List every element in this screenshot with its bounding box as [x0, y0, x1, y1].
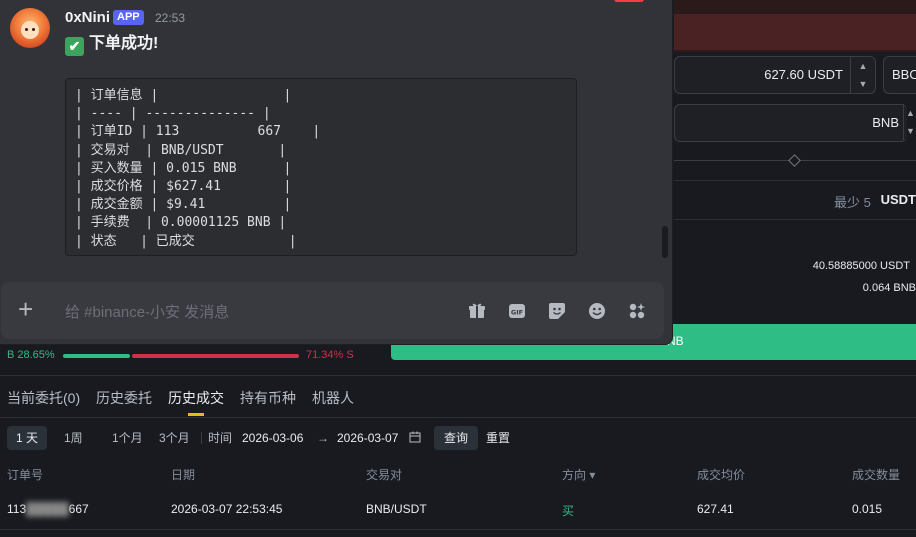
amount-unit: BNB: [872, 115, 899, 130]
col-avg-price: 成交均价: [697, 468, 746, 482]
col-order-id: 订单号: [7, 468, 44, 482]
bbo-label: BBO: [892, 67, 916, 82]
message-composer[interactable]: + 给 #binance-小安 发消息 GIF: [1, 282, 664, 339]
date-to[interactable]: 2026-03-07: [337, 426, 398, 450]
table-row[interactable]: 113█████667 2026-03-07 22:53:45 BNB/USDT…: [0, 502, 916, 518]
col-side[interactable]: 方向 ▾: [562, 466, 595, 483]
active-tab-indicator: [188, 413, 204, 416]
trade-side: 买: [562, 504, 575, 518]
amount-input[interactable]: BNB: [674, 104, 907, 142]
row-divider: [0, 529, 916, 530]
trade-avg-price: 627.41: [697, 502, 734, 516]
calendar-icon[interactable]: [409, 426, 421, 450]
code-content: | 订单信息 | | | ---- | -------------- | | 订…: [75, 87, 320, 251]
code-line: | 交易对 | BNB/USDT |: [75, 142, 287, 158]
col-qty: 成交数量: [852, 468, 901, 482]
max-buy: 0.064 BNB: [862, 282, 916, 294]
code-line: | ---- | -------------- |: [75, 106, 271, 122]
avatar[interactable]: [10, 8, 50, 48]
tabs-divider: [0, 417, 916, 418]
sticker-icon[interactable]: [548, 302, 568, 320]
period-1d[interactable]: 1 天: [7, 426, 48, 450]
total-unit: USDT: [880, 192, 916, 207]
date-from[interactable]: 2026-03-06: [242, 426, 303, 450]
query-button[interactable]: 查询: [434, 426, 479, 450]
tab-open-orders[interactable]: 当前委托(0): [7, 388, 80, 408]
price-stepper[interactable]: ▲ ▼: [850, 57, 875, 93]
tab-holdings[interactable]: 持有币种: [240, 388, 296, 408]
order-id-redacted: █████: [26, 502, 69, 516]
price-unit: USDT: [807, 67, 843, 82]
bbo-button[interactable]: BBO: [883, 56, 916, 94]
stepper-down-icon[interactable]: ▼: [851, 75, 875, 93]
code-line: | 成交价格 | $627.41 |: [75, 179, 292, 195]
order-id-start: 113: [7, 502, 27, 516]
price-value: 627.60: [764, 67, 804, 82]
sell-ratio-label: 71.34% S: [306, 349, 354, 361]
svg-text:GIF: GIF: [511, 309, 523, 317]
chat-scrollbar[interactable]: [662, 226, 668, 258]
slider-handle[interactable]: [788, 154, 801, 167]
apps-icon[interactable]: [628, 302, 648, 320]
available-balance: 40.58885000 USDT: [812, 260, 910, 272]
gif-icon[interactable]: GIF: [508, 302, 528, 320]
app-badge: APP: [113, 10, 144, 25]
username[interactable]: 0xNini: [65, 9, 110, 26]
date-arrow: →: [317, 431, 329, 445]
col-date: 日期: [171, 468, 196, 482]
tab-order-history[interactable]: 历史委托: [96, 388, 152, 408]
buy-sell-ratio: B 28.65% 71.34% S: [0, 348, 370, 366]
code-line: | 状态 | 已成交 |: [75, 233, 297, 249]
tab-trade-history[interactable]: 历史成交: [168, 388, 224, 408]
amount-stepper[interactable]: ▲ ▼: [903, 104, 916, 140]
composer-placeholder[interactable]: 给 #binance-小安 发消息: [65, 301, 229, 322]
period-3m[interactable]: 3个月: [159, 426, 190, 450]
sell-price-band: [674, 14, 916, 50]
code-line: | 订单ID | 113 667 |: [75, 124, 321, 140]
buy-ratio-label: B 28.65%: [7, 349, 55, 361]
col-pair: 交易对: [366, 468, 403, 482]
time-label: 时间: [208, 431, 233, 445]
message-title-text: 下单成功!: [89, 35, 159, 52]
trade-qty: 0.015: [852, 502, 883, 516]
price-input[interactable]: 627.60 USDT ▲ ▼: [674, 56, 876, 94]
orderbook-header-area: [674, 0, 916, 52]
code-block: | 订单信息 | | | ---- | -------------- | | 订…: [65, 78, 577, 256]
order-id-end: 667: [68, 502, 89, 516]
order-tabs: 当前委托(0) 历史委托 历史成交 持有币种 机器人: [0, 388, 916, 416]
message-title: ✔ 下单成功!: [65, 29, 158, 56]
period-1w[interactable]: 1周: [64, 426, 83, 450]
code-line: | 手续费 | 0.00001125 BNB |: [75, 215, 287, 231]
check-mark-icon: ✔: [65, 37, 84, 56]
notification-badge: [614, 0, 644, 2]
table-header: 订单号 日期 交易对 方向 ▾ 成交均价 成交数量: [0, 466, 916, 482]
code-line: | 订单信息 | |: [75, 88, 292, 103]
discord-window: 0xNini APP 22:53 ✔ 下单成功! | 订单信息 | | | ---…: [0, 0, 673, 345]
buy-ratio-bar: [63, 354, 130, 358]
total-placeholder: 最少 5: [834, 195, 871, 210]
trade-pair: BNB/USDT: [366, 502, 427, 516]
trade-date: 2026-03-07 22:53:45: [171, 502, 283, 516]
message-timestamp: 22:53: [155, 11, 186, 25]
total-input[interactable]: 最少 5 USDT: [674, 180, 916, 220]
code-line: | 买入数量 | 0.015 BNB |: [75, 160, 292, 176]
add-attachment-icon[interactable]: +: [18, 295, 33, 323]
filter-separator: [201, 432, 202, 444]
section-divider: [0, 375, 916, 376]
amount-slider[interactable]: [674, 154, 916, 167]
reset-button[interactable]: 重置: [486, 426, 510, 450]
stepper-up-icon[interactable]: ▲: [851, 57, 875, 75]
order-id[interactable]: 113█████667: [7, 502, 89, 516]
history-filters: 1 天 1周 1个月 3个月 时间 2026-03-06 → 2026-03-0…: [0, 426, 916, 452]
gift-icon[interactable]: [468, 302, 488, 320]
sell-ratio-bar: [132, 354, 299, 358]
tab-bots[interactable]: 机器人: [312, 388, 354, 408]
code-line: | 成交金额 | $9.41 |: [75, 197, 292, 213]
emoji-icon[interactable]: [588, 302, 608, 320]
period-1m[interactable]: 1个月: [112, 426, 143, 450]
